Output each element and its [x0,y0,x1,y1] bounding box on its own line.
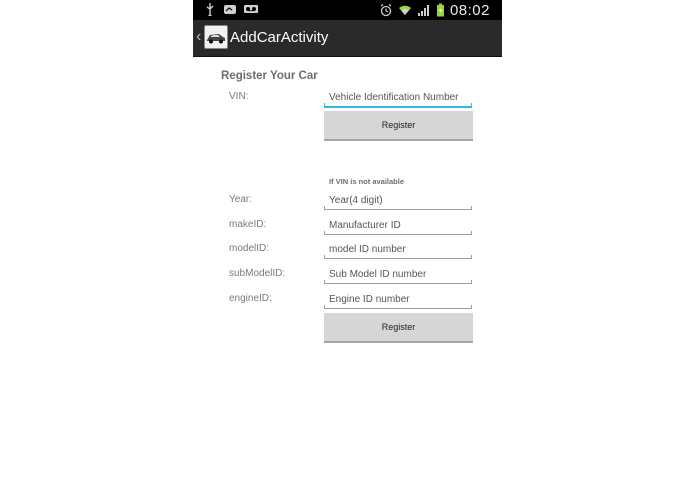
battery-icon [436,3,445,17]
field-underline-left [324,255,325,259]
status-clock: 08:02 [449,1,490,19]
field-underline-right [471,231,472,235]
make-field[interactable] [324,215,472,235]
model-field[interactable] [324,239,472,259]
field-underline-right [471,280,472,284]
register-details-button[interactable]: Register [324,313,473,343]
make-label: makeID: [229,219,267,230]
engine-field[interactable] [324,289,472,309]
register-vin-button[interactable]: Register [324,111,473,141]
year-label: Year: [229,194,252,205]
section-title: Register Your Car [221,70,318,82]
field-underline [324,308,472,309]
submodel-label: subModelID: [229,268,286,279]
car-icon[interactable] [204,25,228,49]
field-underline [324,106,472,108]
field-underline-left [324,103,325,107]
voicemail-icon [243,2,259,16]
field-underline-left [324,305,325,309]
field-underline-right [471,255,472,259]
alarm-icon [379,3,393,17]
field-underline [324,209,472,210]
year-input[interactable] [324,191,472,210]
phone-screen: 08:02 ‹ AddCarActivity Register Your Car… [193,0,502,494]
model-label: modelID: [229,243,270,254]
field-underline-right [471,206,472,210]
wifi-icon [398,3,412,17]
page-title: AddCarActivity [230,29,329,46]
engine-label: engineID: [229,293,272,304]
status-bar: 08:02 [193,0,502,20]
year-field[interactable] [324,190,472,210]
field-underline-right [471,103,472,107]
back-chevron-icon[interactable]: ‹ [196,28,201,46]
action-bar: ‹ AddCarActivity [193,20,502,57]
vin-label: VIN: [229,91,249,102]
field-underline-left [324,280,325,284]
model-input[interactable] [324,240,472,259]
field-underline [324,283,472,284]
engine-input[interactable] [324,290,472,309]
field-underline-right [471,305,472,309]
submodel-input[interactable] [324,265,472,284]
submodel-field[interactable] [324,264,472,284]
vin-unavailable-note: If VIN is not available [329,177,405,186]
field-underline-left [324,231,325,235]
vin-input[interactable] [324,88,472,107]
field-underline [324,234,472,235]
usb-icon [203,2,217,18]
mail-icon [223,2,237,16]
signal-icon [417,3,431,17]
make-input[interactable] [324,216,472,235]
field-underline [324,258,472,259]
field-underline-left [324,206,325,210]
vin-field[interactable] [324,87,472,108]
